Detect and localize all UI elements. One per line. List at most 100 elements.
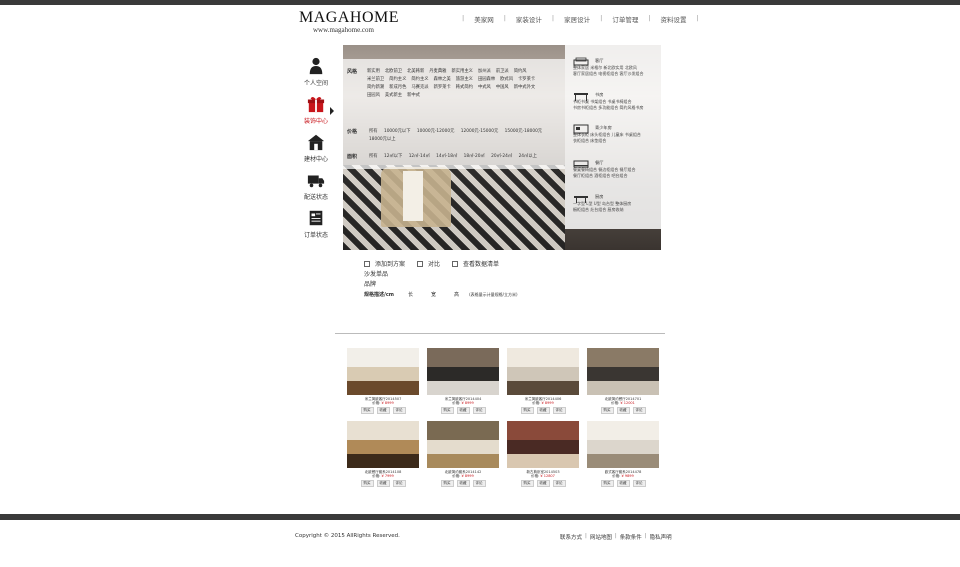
room-group-kitchen[interactable]: 厨房 一字型 L型 U型 岛台型 整体厨房 橱柜组合 灶台组合 厨房收纳 xyxy=(573,193,657,213)
room-group-study[interactable]: 书房 书柜书桌 书架组合 书桌书椅组合 书房书柜组合 多功能组合 简约风格书房 xyxy=(573,91,657,111)
room-group-dining[interactable]: 餐厅 餐桌餐椅组合 餐边柜组合 餐厅组合 餐厅柜组合 酒柜组合 吧台组合 xyxy=(573,159,657,179)
buy-button[interactable]: 购买 xyxy=(600,407,614,414)
nav-item[interactable]: 订单管理 xyxy=(612,14,638,24)
product-image[interactable] xyxy=(507,348,579,395)
favorite-button[interactable]: 收藏 xyxy=(616,407,630,414)
product-card[interactable]: 北欧简约餐厅2014701 价格: ¥ 12001 购买 收藏 评论 xyxy=(587,348,659,418)
room-line[interactable]: 橱柜组合 灶台组合 厨房收纳 xyxy=(573,207,657,213)
style-option[interactable]: 美式新主 xyxy=(385,92,402,100)
style-option[interactable]: 新中式 xyxy=(407,92,420,100)
favorite-button[interactable]: 收藏 xyxy=(616,480,630,487)
sidebar-item-orders[interactable]: 订单状态 xyxy=(300,209,332,247)
price-option[interactable]: 12000元-15000元 xyxy=(461,128,498,136)
nav-item[interactable]: 资料设置 xyxy=(661,14,687,24)
sidebar-item-materials[interactable]: 建材中心 xyxy=(300,133,332,171)
room-line[interactable]: 餐厅柜组合 酒柜组合 吧台组合 xyxy=(573,173,657,179)
style-option[interactable]: 新中式外文 xyxy=(514,84,535,92)
product-image[interactable] xyxy=(427,421,499,468)
price-option[interactable]: 所有 xyxy=(369,128,378,136)
style-option[interactable]: 新成月色 xyxy=(389,84,406,92)
style-option[interactable]: 旅游主义 xyxy=(456,76,473,84)
add-scheme-checkbox[interactable]: 添加到方案 xyxy=(364,259,405,268)
style-option[interactable]: 卡罗莱卡 xyxy=(518,76,535,84)
sidebar-item-personal[interactable]: 个人空间 xyxy=(300,57,332,95)
footer-link[interactable]: 网站地图 xyxy=(590,533,612,541)
price-option[interactable]: 18000元以上 xyxy=(369,136,396,144)
style-option[interactable]: 简约主义 xyxy=(389,76,406,84)
nav-item[interactable]: 家装设计 xyxy=(516,14,542,24)
product-card[interactable]: 米兰简欧客厅2014507 价格: ¥ 8999 购买 收藏 评论 xyxy=(347,348,419,418)
comment-button[interactable]: 评论 xyxy=(632,480,646,487)
buy-button[interactable]: 购买 xyxy=(520,407,534,414)
style-option[interactable]: 马赛克派 xyxy=(411,84,428,92)
checkbox-box[interactable] xyxy=(452,260,459,267)
sidebar-item-decoration[interactable]: 装饰中心 xyxy=(300,95,332,133)
comment-button[interactable]: 评论 xyxy=(392,407,406,414)
nav-item[interactable]: 美家网 xyxy=(474,14,494,24)
area-option[interactable]: 24㎡以上 xyxy=(519,153,537,161)
area-option[interactable]: 18㎡-20㎡ xyxy=(464,153,485,161)
footer-link[interactable]: 条款条件 xyxy=(620,533,642,541)
buy-button[interactable]: 购买 xyxy=(360,480,374,487)
footer-link[interactable]: 隐私声明 xyxy=(650,533,672,541)
logo[interactable]: MAGAHOME www.magahome.com xyxy=(299,10,399,35)
product-image[interactable] xyxy=(587,348,659,395)
style-option[interactable]: 欧式风 xyxy=(500,76,513,84)
area-option[interactable]: 12㎡-14㎡ xyxy=(409,153,430,161)
product-card[interactable]: 欧式客厅套系2014478 价格: ¥ 9899 购买 收藏 评论 xyxy=(587,421,659,491)
style-option[interactable]: 丹麦典雅 xyxy=(429,68,446,76)
style-option[interactable]: 韩式简约 xyxy=(456,84,473,92)
area-option[interactable]: 12㎡以下 xyxy=(384,153,402,161)
style-option[interactable]: 新罗莱卡 xyxy=(434,84,451,92)
product-image[interactable] xyxy=(427,348,499,395)
buy-button[interactable]: 购买 xyxy=(360,407,374,414)
product-card[interactable]: 北欧简约套系2014142 价格: ¥ 8999 购买 收藏 评论 xyxy=(427,421,499,491)
checkbox-box[interactable] xyxy=(364,260,370,267)
comment-button[interactable]: 评论 xyxy=(392,480,406,487)
favorite-button[interactable]: 收藏 xyxy=(376,407,390,414)
favorite-button[interactable]: 收藏 xyxy=(456,480,470,487)
comment-button[interactable]: 评论 xyxy=(472,480,486,487)
style-option[interactable]: 加州派 xyxy=(478,68,491,76)
price-option[interactable]: 10000元-12000元 xyxy=(417,128,454,136)
product-image[interactable] xyxy=(347,421,419,468)
comment-button[interactable]: 评论 xyxy=(552,480,566,487)
buy-button[interactable]: 购买 xyxy=(520,480,534,487)
product-card[interactable]: 新古典卧室2014503 价格: ¥ 12807 购买 收藏 评论 xyxy=(507,421,579,491)
buy-button[interactable]: 购买 xyxy=(440,407,454,414)
compare-checkbox[interactable]: 对比 xyxy=(417,259,440,268)
room-group-teen[interactable]: 青少年房 整体衣柜 床头柜组合 儿童床 书桌组合 衣柜组合 床垫组合 xyxy=(573,124,657,144)
area-option[interactable]: 14㎡-18㎡ xyxy=(436,153,457,161)
nav-item[interactable]: 家居设计 xyxy=(564,14,590,24)
price-option[interactable]: 10000元以下 xyxy=(384,128,411,136)
room-line[interactable]: 衣柜组合 床垫组合 xyxy=(573,138,657,144)
style-option[interactable]: 田园风 xyxy=(367,92,380,100)
price-option[interactable]: 15000元-18000元 xyxy=(505,128,542,136)
product-card[interactable]: 北欧餐厅套系2014108 价格: ¥ 7999 购买 收藏 评论 xyxy=(347,421,419,491)
room-line[interactable]: 书房书柜组合 多功能组合 简约风格书房 xyxy=(573,105,657,111)
favorite-button[interactable]: 收藏 xyxy=(536,407,550,414)
footer-link[interactable]: 联系方式 xyxy=(560,533,582,541)
style-option[interactable]: 简约风 xyxy=(514,68,527,76)
checkbox-box[interactable] xyxy=(417,260,424,267)
product-image[interactable] xyxy=(587,421,659,468)
product-card[interactable]: 米兰简欧客厅2014406 价格: ¥ 8999 购买 收藏 评论 xyxy=(507,348,579,418)
product-card[interactable]: 米兰简欧客厅2014404 价格: ¥ 8999 购买 收藏 评论 xyxy=(427,348,499,418)
style-option[interactable]: 中式风 xyxy=(478,84,491,92)
style-option[interactable]: 简约主义 xyxy=(411,76,428,84)
sidebar-item-delivery[interactable]: 配送状态 xyxy=(300,171,332,209)
style-option[interactable]: 田园森林 xyxy=(478,76,495,84)
room-group-living[interactable]: 客厅 整体家居 米格尔 新北欧实用 北欧风 客厅家居组合 电视柜组合 客厅沙发组… xyxy=(573,57,657,77)
favorite-button[interactable]: 收藏 xyxy=(376,480,390,487)
room-line[interactable]: 客厅家居组合 电视柜组合 客厅沙发组合 xyxy=(573,71,657,77)
comment-button[interactable]: 评论 xyxy=(632,407,646,414)
buy-button[interactable]: 购买 xyxy=(600,480,614,487)
style-option[interactable]: 北美韩新 xyxy=(407,68,424,76)
style-option[interactable]: 新实用 xyxy=(367,68,380,76)
area-option[interactable]: 20㎡-24㎡ xyxy=(491,153,512,161)
style-option[interactable]: 简约新潮 xyxy=(367,84,384,92)
style-option[interactable]: 米兰前卫 xyxy=(367,76,384,84)
buy-button[interactable]: 购买 xyxy=(440,480,454,487)
product-image[interactable] xyxy=(347,348,419,395)
favorite-button[interactable]: 收藏 xyxy=(536,480,550,487)
